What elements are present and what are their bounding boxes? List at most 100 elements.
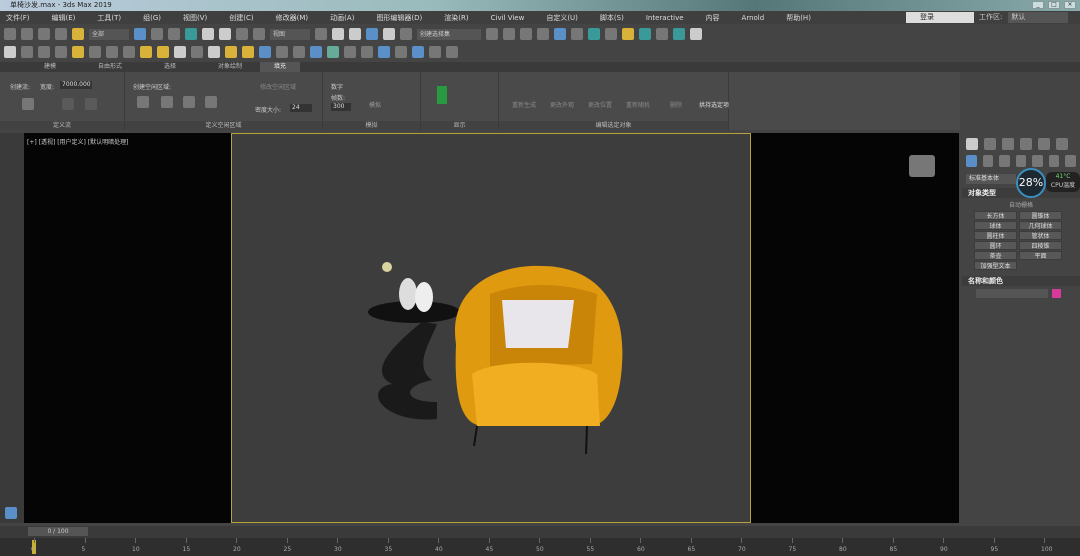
dome-icon[interactable] xyxy=(157,46,169,58)
material-icon[interactable] xyxy=(276,46,288,58)
edit-selected-button[interactable]: 拱持选定项 xyxy=(699,100,729,109)
primitive-button[interactable]: 平面 xyxy=(1019,251,1062,260)
flow-tool-icon[interactable] xyxy=(62,98,74,110)
percent-snap-icon[interactable] xyxy=(383,28,395,40)
render-iterative-icon[interactable] xyxy=(673,28,685,40)
edit-idle-label[interactable]: 修改空闲区域 xyxy=(260,82,300,91)
menu-item[interactable]: 视图(V) xyxy=(183,13,207,23)
lights-icon[interactable] xyxy=(999,155,1010,167)
toggle-ribbon-icon[interactable] xyxy=(554,28,566,40)
panel-title[interactable]: 显示 xyxy=(421,121,498,130)
edit-selected-button[interactable]: 删除 xyxy=(661,100,691,109)
primitive-button[interactable]: 圆柱体 xyxy=(974,231,1017,240)
motion-tab-icon[interactable] xyxy=(1020,138,1032,150)
ball-icon[interactable] xyxy=(412,46,424,58)
light-icon[interactable] xyxy=(72,46,84,58)
viewcube-icon[interactable] xyxy=(909,155,935,177)
ribbon-tab[interactable]: 填充 xyxy=(260,62,300,72)
hierarchy-tab-icon[interactable] xyxy=(1002,138,1014,150)
select-by-name-icon[interactable] xyxy=(151,28,163,40)
angle-snap-icon[interactable] xyxy=(366,28,378,40)
camera-icon[interactable] xyxy=(89,46,101,58)
edit-selected-button[interactable]: 重新随机 xyxy=(623,100,653,109)
spacewarps-icon[interactable] xyxy=(1048,155,1060,167)
align-icon[interactable] xyxy=(503,28,515,40)
menu-item[interactable]: Interactive xyxy=(646,14,684,22)
sky-icon[interactable] xyxy=(242,46,254,58)
width-input[interactable]: 7000.000 xyxy=(60,81,92,89)
simulate-button[interactable]: 模拟 xyxy=(369,100,381,109)
menu-item[interactable]: 自定义(U) xyxy=(546,13,578,23)
idle-icon[interactable] xyxy=(205,96,217,108)
fur-icon[interactable] xyxy=(361,46,373,58)
scene-icon[interactable] xyxy=(293,46,305,58)
primitive-button[interactable]: 长方体 xyxy=(974,211,1017,220)
modify-tab-icon[interactable] xyxy=(984,138,996,150)
viewport-toggle-icon[interactable] xyxy=(5,507,17,519)
primitive-button[interactable]: 四棱锥 xyxy=(1019,241,1062,250)
ref-coord-dropdown[interactable]: 视图 xyxy=(270,28,310,40)
time-slider[interactable]: 0 / 100 xyxy=(28,527,88,536)
menu-item[interactable]: 图形编辑器(D) xyxy=(376,13,422,23)
mirror-icon[interactable] xyxy=(486,28,498,40)
helper-icon[interactable] xyxy=(106,46,118,58)
density-input[interactable]: 24 xyxy=(290,104,312,112)
viewport-perspective[interactable] xyxy=(231,133,751,523)
object-color-swatch[interactable] xyxy=(1052,289,1061,298)
bind-spacewarp-icon[interactable] xyxy=(72,28,84,40)
object-name-input[interactable] xyxy=(976,289,1048,298)
placement-icon[interactable] xyxy=(253,28,265,40)
ribbon-tab[interactable]: 自由形式 xyxy=(80,62,140,72)
pivot-icon[interactable] xyxy=(315,28,327,40)
scale-icon[interactable] xyxy=(236,28,248,40)
viewport-left[interactable]: [+] [透视] [用户定义] [默认明暗处理] xyxy=(24,133,231,523)
sphere-icon[interactable] xyxy=(174,46,186,58)
file-icon[interactable] xyxy=(395,46,407,58)
viewport-right[interactable] xyxy=(751,133,959,523)
edit-selected-button[interactable]: 更改位置 xyxy=(585,100,615,109)
named-selection-sets[interactable]: 创建选择集 xyxy=(417,28,481,40)
menu-item[interactable]: Civil View xyxy=(491,14,525,22)
person-icon[interactable] xyxy=(437,86,447,104)
edit-selected-button[interactable]: 重新生成 xyxy=(509,100,539,109)
timeline-track[interactable]: 0 5 10 15 20 25 30 35 40 45 50 55 60 65 70 75 80 85 90 95 10… xyxy=(0,538,1080,556)
move-icon[interactable] xyxy=(202,28,214,40)
maximize-button[interactable]: □ xyxy=(1048,1,1060,9)
grid-icon[interactable] xyxy=(259,46,271,58)
window-crossing-icon[interactable] xyxy=(185,28,197,40)
menu-item[interactable]: 修改器(M) xyxy=(276,13,309,23)
primitive-button[interactable]: 加强型文本 xyxy=(974,261,1017,270)
utilities-tab-icon[interactable] xyxy=(1056,138,1068,150)
list-icon[interactable] xyxy=(38,46,50,58)
redo-icon[interactable] xyxy=(21,28,33,40)
idle-icon[interactable] xyxy=(183,96,195,108)
menu-item[interactable]: 编辑(E) xyxy=(52,13,76,23)
material-editor-icon[interactable] xyxy=(605,28,617,40)
render-cloud-icon[interactable] xyxy=(690,28,702,40)
system-icon[interactable] xyxy=(123,46,135,58)
frames-input[interactable]: 300 xyxy=(331,103,351,111)
category-dropdown[interactable]: 标准基本体 xyxy=(966,174,1016,184)
ribbon-tab[interactable]: 选择 xyxy=(140,62,200,72)
plant-icon[interactable] xyxy=(327,46,339,58)
shapes-icon[interactable] xyxy=(982,155,994,167)
menu-item[interactable]: Arnold xyxy=(742,14,765,22)
menu-item[interactable]: 渲染(R) xyxy=(444,13,468,23)
cone-icon[interactable] xyxy=(208,46,220,58)
minimize-button[interactable]: _ xyxy=(1032,1,1044,9)
flow-tool-icon[interactable] xyxy=(85,98,97,110)
help-icon[interactable] xyxy=(446,46,458,58)
curve-editor-icon[interactable] xyxy=(571,28,583,40)
link-icon[interactable] xyxy=(38,28,50,40)
display-tab-icon[interactable] xyxy=(1038,138,1050,150)
selection-filter[interactable]: 全部 xyxy=(89,28,129,40)
unlink-icon[interactable] xyxy=(55,28,67,40)
primitive-button[interactable]: 圆环 xyxy=(974,241,1017,250)
render-icon[interactable] xyxy=(656,28,668,40)
workspace-value[interactable]: 默认 xyxy=(1008,12,1069,23)
image-icon[interactable] xyxy=(21,46,33,58)
idle-icon[interactable] xyxy=(137,96,149,108)
menu-item[interactable]: 创建(C) xyxy=(229,13,253,23)
device-icon[interactable] xyxy=(429,46,441,58)
idle-icon[interactable] xyxy=(161,96,173,108)
